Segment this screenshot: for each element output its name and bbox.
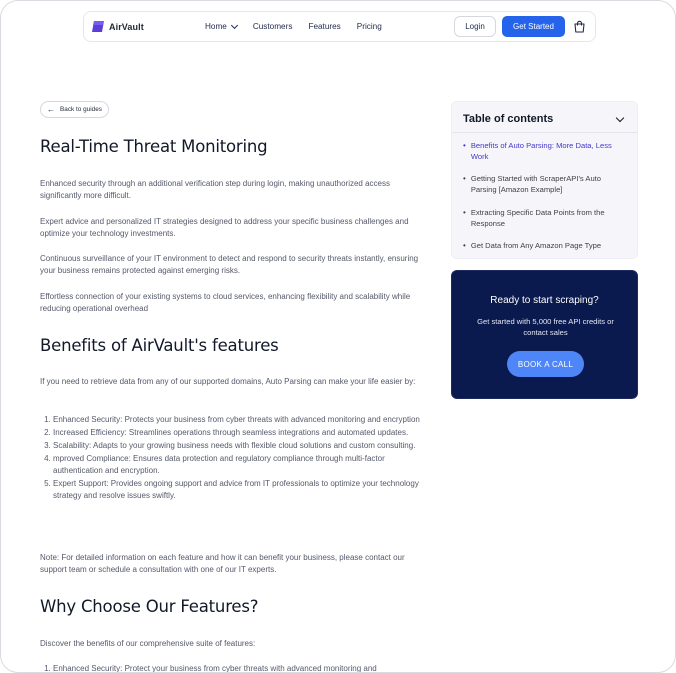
list-item: Enhanced Security: Protect your business… xyxy=(53,663,420,672)
section-heading-benefits: Benefits of AirVault's features xyxy=(40,336,279,355)
list-item: Enhanced Security: Protects your busines… xyxy=(53,414,420,426)
toc-item-label: Benefits of Auto Parsing: More Data, Les… xyxy=(470,141,612,162)
menu-item-features[interactable]: Features xyxy=(308,22,340,31)
chevron-down-icon xyxy=(230,21,238,29)
toc-item-label: Extracting Specific Data Points from the… xyxy=(470,208,605,229)
airvault-logo-icon xyxy=(92,21,104,32)
login-button[interactable]: Login xyxy=(454,16,496,37)
cta-title: Ready to start scraping? xyxy=(490,295,599,306)
brand-logo[interactable]: AirVault xyxy=(91,20,144,33)
menu-item-label: Pricing xyxy=(356,22,382,31)
get-started-button[interactable]: Get Started xyxy=(502,16,565,37)
navbar: AirVault Home Customers Features Pricing… xyxy=(83,11,596,42)
back-label: Back to guides xyxy=(60,106,102,113)
list-item: mproved Compliance: Ensures data protect… xyxy=(53,453,420,478)
section-heading-why-choose: Why Choose Our Features? xyxy=(40,597,259,616)
section-note: Note: For detailed information on each f… xyxy=(40,553,405,575)
page-title: Real-Time Threat Monitoring xyxy=(40,137,268,156)
page-frame: AirVault Home Customers Features Pricing… xyxy=(0,0,676,673)
why-choose-list: Enhanced Security: Protect your business… xyxy=(40,663,420,672)
toc-item[interactable]: • Benefits of Auto Parsing: More Data, L… xyxy=(463,140,623,162)
menu-item-customers[interactable]: Customers xyxy=(253,22,293,31)
paragraph: Continuous surveillance of your IT envir… xyxy=(40,254,419,276)
paragraph: Expert advice and personalized IT strate… xyxy=(40,217,409,239)
section-intro: If you need to retrieve data from any of… xyxy=(40,377,416,386)
bullet: • xyxy=(463,241,466,250)
bullet: • xyxy=(463,141,466,150)
shopping-bag-icon[interactable] xyxy=(573,20,586,33)
paragraph: Effortless connection of your existing s… xyxy=(40,292,411,314)
menu-item-pricing[interactable]: Pricing xyxy=(357,22,382,31)
main-menu: Home Customers Features Pricing xyxy=(205,12,398,41)
bullet: • xyxy=(463,208,466,217)
toc-item[interactable]: • Getting Started with ScraperAPI's Auto… xyxy=(463,173,623,195)
toc-item-label: Get Data from Any Amazon Page Type xyxy=(470,241,602,250)
benefits-list: Enhanced Security: Protects your busines… xyxy=(40,414,420,503)
menu-item-label: Features xyxy=(308,22,341,31)
table-of-contents: Table of contents • Benefits of Auto Par… xyxy=(451,101,638,259)
paragraph: Enhanced security through an additional … xyxy=(40,179,390,201)
toc-item[interactable]: • Get Data from Any Amazon Page Type xyxy=(463,240,623,251)
toc-item[interactable]: • Extracting Specific Data Points from t… xyxy=(463,207,623,229)
divider xyxy=(452,132,637,133)
section-intro: Discover the benefits of our comprehensi… xyxy=(40,639,256,648)
menu-item-home[interactable]: Home xyxy=(205,21,238,31)
toc-title: Table of contents xyxy=(463,113,554,125)
back-to-guides-button[interactable]: ← Back to guides xyxy=(40,101,109,118)
list-item: Increased Efficiency: Streamlines operat… xyxy=(53,427,420,439)
menu-item-label: Home xyxy=(205,22,227,31)
menu-item-label: Customers xyxy=(252,22,293,31)
toc-item-label: Getting Started with ScraperAPI's Auto P… xyxy=(470,174,601,195)
list-item: Scalability: Adapts to your growing busi… xyxy=(53,440,420,452)
bullet: • xyxy=(463,174,466,183)
chevron-down-icon[interactable] xyxy=(615,113,625,123)
book-a-call-button[interactable]: BOOK A CALL xyxy=(507,351,584,377)
arrow-left-icon: ← xyxy=(47,104,56,114)
list-item: Expert Support: Provides ongoing support… xyxy=(53,478,420,503)
brand-name: AirVault xyxy=(109,21,144,32)
cta-card: Ready to start scraping? Get started wit… xyxy=(451,270,638,399)
cta-subtitle: Get started with 5,000 free API credits … xyxy=(477,317,614,338)
